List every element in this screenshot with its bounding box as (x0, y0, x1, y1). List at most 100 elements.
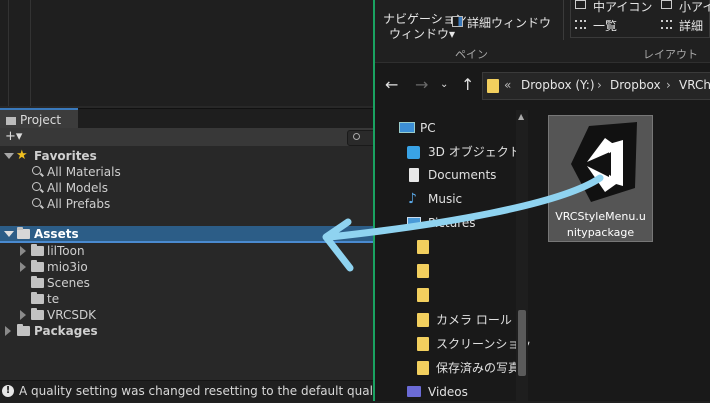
status-message: A quality setting was changed resetting … (19, 384, 374, 398)
search-icon (353, 133, 360, 140)
tree-item-all-models[interactable]: All Models (0, 180, 374, 196)
list-icon (575, 20, 586, 29)
details-icon (661, 20, 672, 29)
nav-label: 3D オブジェクト (428, 145, 521, 159)
tree-item-all-materials[interactable]: All Materials (0, 164, 374, 180)
tab-project[interactable]: Project (0, 108, 78, 128)
navigation-pane: PC 3D オブジェクト Documents ♪ Music Pictures … (375, 102, 543, 401)
tree-item-liltoon[interactable]: lilToon (0, 243, 374, 259)
list-button[interactable]: 一覧 (593, 17, 617, 34)
folder-icon (31, 244, 44, 256)
expand-arrow-icon[interactable] (20, 310, 26, 320)
grid-divider (30, 0, 31, 106)
documents-icon (409, 168, 419, 182)
address-segment-dropbox-y[interactable]: Dropbox (Y:) (521, 78, 595, 92)
nav-label: カメラ ロール (436, 313, 512, 327)
expand-arrow-icon[interactable] (20, 262, 26, 272)
ribbon-separator (563, 0, 564, 40)
project-tree: ★ Favorites All Materials All Models All… (0, 146, 374, 378)
explorer-ribbon: ナビゲーション ウィンドウ▾ 詳細ウィンドウ ペイン 中アイコン 小アイ 一覧 … (375, 0, 710, 63)
tree-label: lilToon (47, 244, 85, 258)
address-segment-dropbox[interactable]: Dropbox (610, 78, 661, 92)
folder-icon (6, 117, 16, 125)
expand-arrow-icon[interactable] (4, 231, 14, 237)
tree-label: Scenes (47, 276, 90, 290)
forward-arrow-icon[interactable]: → (415, 76, 428, 94)
nav-label: Videos (428, 385, 468, 399)
tree-item-vrcsdk[interactable]: VRCSDK (0, 307, 374, 323)
add-button[interactable]: +▾ (5, 128, 22, 146)
medium-icons-icon (575, 0, 586, 9)
tree-item-assets[interactable]: Assets (0, 226, 374, 243)
tree-label: All Models (47, 181, 108, 195)
search-icon (32, 166, 41, 175)
tree-item-scenes[interactable]: Scenes (0, 275, 374, 291)
tree-item-mio3io[interactable]: mio3io (0, 259, 374, 275)
grid-divider (8, 0, 9, 106)
address-segment-vrchat[interactable]: VRCha (679, 78, 710, 92)
nav-label: Documents (428, 168, 497, 182)
pictures-icon (407, 217, 421, 228)
status-bar[interactable]: ! A quality setting was changed resettin… (0, 380, 374, 402)
details-pane-icon (452, 16, 463, 27)
videos-icon (407, 386, 421, 397)
tree-label: All Prefabs (47, 197, 111, 211)
expand-arrow-icon[interactable] (5, 326, 11, 336)
pane-group-label: ペイン (455, 48, 488, 61)
file-name-line2: nitypackage (566, 226, 635, 239)
folder-open-icon (17, 227, 30, 239)
project-toolbar: +▾ (0, 128, 374, 147)
file-name-line1: VRCStyleMenu.u (555, 210, 646, 223)
up-arrow-icon[interactable]: ↑ (461, 76, 474, 94)
tree-label: te (47, 292, 60, 306)
small-icons-icon (661, 0, 672, 9)
folder-icon (31, 308, 44, 320)
folder-icon (417, 288, 429, 302)
address-bar[interactable]: « Dropbox (Y:) › Dropbox › VRCha (482, 72, 710, 100)
nav-pane-button-line2[interactable]: ウィンドウ▾ (389, 25, 455, 42)
folder-icon (17, 324, 30, 336)
scroll-up-icon[interactable]: ▲ (518, 112, 524, 121)
folder-icon (487, 79, 499, 93)
medium-icons-button[interactable]: 中アイコン (593, 0, 652, 15)
tree-label: Assets (34, 227, 79, 241)
expand-arrow-icon[interactable] (4, 153, 14, 159)
tree-item-te[interactable]: te (0, 291, 374, 307)
file-name: VRCStyleMenu.u nitypackage (549, 209, 652, 241)
address-overflow-icon[interactable]: « (504, 78, 511, 92)
nav-label: Pictures (428, 216, 476, 230)
search-icon (32, 198, 41, 207)
tree-label: VRCSDK (47, 308, 97, 322)
tree-item-packages[interactable]: Packages (0, 323, 374, 339)
folder-icon (417, 313, 429, 327)
scrollbar-thumb[interactable] (518, 310, 526, 376)
3d-objects-icon (407, 146, 420, 159)
folder-icon (417, 361, 429, 375)
unity-logo-icon (571, 122, 637, 202)
scene-view-area[interactable] (0, 0, 374, 106)
small-icons-button[interactable]: 小アイ (679, 0, 710, 15)
nav-label: 保存済みの写真 (436, 361, 521, 375)
music-icon: ♪ (408, 191, 417, 207)
file-item-vrcstylemenu[interactable]: VRCStyleMenu.u nitypackage (548, 115, 653, 242)
pc-icon (399, 122, 415, 133)
tree-label: All Materials (47, 165, 121, 179)
back-arrow-icon[interactable]: ← (385, 76, 398, 94)
details-button[interactable]: 詳細 (679, 17, 703, 34)
tree-label: Packages (34, 324, 98, 338)
folder-icon (417, 240, 429, 254)
folder-icon (31, 276, 44, 288)
tree-item-all-prefabs[interactable]: All Prefabs (0, 196, 374, 212)
details-pane-button[interactable]: 詳細ウィンドウ (467, 14, 551, 31)
folder-icon (31, 292, 44, 304)
info-icon: ! (2, 385, 14, 397)
expand-arrow-icon[interactable] (20, 246, 26, 256)
address-separator: › (597, 78, 602, 92)
address-separator: › (666, 78, 671, 92)
folder-icon (417, 264, 429, 278)
recent-locations-icon[interactable]: ⌄ (440, 76, 448, 94)
tab-project-label: Project (20, 113, 62, 127)
folder-icon (31, 260, 44, 272)
tree-item-favorites[interactable]: ★ Favorites (0, 148, 374, 164)
star-icon: ★ (16, 148, 28, 163)
